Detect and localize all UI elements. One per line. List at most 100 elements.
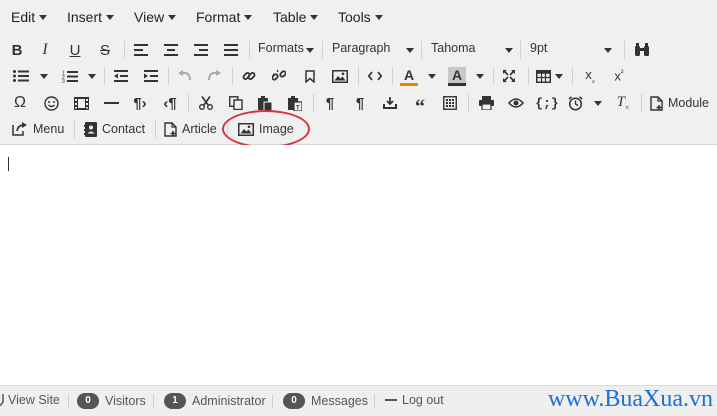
menu-view[interactable]: View (134, 9, 177, 25)
article-button[interactable]: Article (164, 120, 217, 138)
chevron-down-icon (428, 73, 436, 79)
text-color-button[interactable]: A (400, 66, 440, 86)
logout-link[interactable]: Log out (385, 393, 444, 407)
blockquote-button[interactable]: “ (410, 93, 430, 117)
source-code-button[interactable] (366, 66, 384, 86)
paste-icon (258, 95, 272, 111)
menu-link-label: Menu (33, 122, 65, 136)
chevron-down-icon (39, 15, 48, 20)
article-label: Article (182, 122, 217, 136)
indent-button[interactable] (142, 66, 160, 86)
menu-table[interactable]: Table (273, 9, 319, 25)
eye-icon (508, 98, 524, 108)
module-label: Module (668, 96, 709, 110)
omega-icon: Ω (14, 94, 26, 111)
page-add-icon (650, 95, 663, 111)
rtl-button[interactable]: ‹¶ (160, 93, 180, 113)
image-button[interactable]: Image (238, 120, 294, 138)
chevron-down-icon (310, 15, 319, 20)
print-button[interactable] (476, 93, 496, 113)
align-left-button[interactable] (132, 40, 150, 60)
menu-format[interactable]: Format (196, 9, 253, 25)
background-color-icon: A (448, 66, 466, 86)
image-label: Image (259, 122, 294, 136)
font-size-dropdown[interactable]: 9pt (530, 41, 612, 59)
align-center-icon (164, 44, 178, 56)
redo-button[interactable] (205, 66, 223, 86)
chevron-down-icon (168, 15, 177, 20)
show-blocks-button[interactable]: ¶ (320, 93, 340, 113)
menu-tools[interactable]: Tools (338, 9, 383, 25)
align-justify-button[interactable] (222, 40, 240, 60)
chevron-down-icon (88, 73, 96, 79)
visual-chars-button[interactable]: ¶ (350, 93, 370, 113)
pilcrow-rtl-icon: ‹¶ (163, 94, 177, 112)
strikethrough-button[interactable]: S (96, 40, 114, 60)
menu-edit[interactable]: Edit (11, 9, 48, 25)
module-button[interactable]: Module (650, 94, 709, 112)
horizontal-rule-button[interactable] (101, 93, 121, 113)
film-icon (73, 96, 89, 110)
italic-button[interactable]: I (36, 40, 54, 60)
messages-status[interactable]: 0 Messages (283, 393, 368, 409)
clear-formatting-icon: T× (616, 94, 630, 112)
template-button[interactable] (440, 93, 460, 113)
editor: Edit Insert View Format Table Tools B I … (0, 0, 717, 385)
chevron-down-icon (476, 73, 484, 79)
background-color-button[interactable]: A (448, 66, 488, 86)
toolbar-row-4: Menu Contact Article Image (0, 116, 717, 142)
menu-tools-label: Tools (338, 9, 371, 25)
insert-image-button[interactable] (330, 66, 350, 86)
font-size-value: 9pt (530, 41, 548, 55)
contact-button[interactable]: Contact (84, 120, 145, 138)
emoticons-button[interactable] (41, 93, 61, 113)
menu-link-button[interactable]: Menu (12, 120, 64, 138)
formats-dropdown[interactable]: Formats (258, 41, 314, 59)
page-break-button[interactable] (380, 93, 400, 113)
ltr-button[interactable]: ¶› (130, 93, 150, 113)
visitors-status[interactable]: 0 Visitors (77, 393, 146, 409)
anchor-button[interactable] (301, 66, 319, 86)
copy-button[interactable] (226, 93, 246, 113)
outdent-icon (114, 70, 128, 82)
superscript-button[interactable]: x² (610, 66, 628, 86)
font-family-dropdown[interactable]: Tahoma (431, 41, 513, 59)
svg-text:3: 3 (62, 79, 65, 83)
contact-label: Contact (102, 122, 146, 136)
administrator-status[interactable]: 1 Administrator (164, 393, 266, 409)
undo-button[interactable] (176, 66, 194, 86)
subscript-button[interactable]: x₂ (581, 66, 599, 86)
paste-button[interactable] (255, 93, 275, 113)
cut-button[interactable] (196, 93, 216, 113)
align-justify-icon (224, 44, 238, 56)
remove-link-button[interactable] (270, 66, 288, 86)
insert-link-button[interactable] (240, 66, 258, 86)
outdent-button[interactable] (112, 66, 130, 86)
code-sample-button[interactable]: {;} (535, 93, 558, 113)
align-right-button[interactable] (192, 40, 210, 60)
special-character-button[interactable]: Ω (10, 93, 30, 113)
scissors-icon (199, 96, 213, 110)
editor-content-area[interactable] (0, 145, 717, 385)
menu-insert[interactable]: Insert (67, 9, 115, 25)
menu-format-label: Format (196, 9, 241, 25)
media-button[interactable] (71, 93, 91, 113)
clear-formatting-button[interactable]: T× (613, 93, 633, 113)
preview-button[interactable] (506, 93, 526, 113)
bullet-list-button[interactable] (13, 66, 51, 86)
fullscreen-button[interactable] (500, 66, 518, 86)
view-site-link[interactable]: View Site (0, 393, 60, 407)
paste-text-button[interactable]: T (285, 93, 305, 113)
menu-insert-label: Insert (67, 9, 103, 25)
block-format-dropdown[interactable]: Paragraph (332, 41, 414, 59)
find-replace-button[interactable] (632, 40, 652, 60)
block-format-value: Paragraph (332, 41, 391, 55)
code-icon (368, 71, 382, 81)
toolbar-row-1: B I U S Formats Paragraph Tahoma 9pt (0, 37, 717, 63)
insert-datetime-button[interactable] (568, 93, 606, 113)
underline-button[interactable]: U (66, 40, 84, 60)
table-button[interactable] (536, 66, 566, 86)
align-center-button[interactable] (162, 40, 180, 60)
bold-button[interactable]: B (8, 40, 26, 60)
numbered-list-button[interactable]: 123 (62, 66, 100, 86)
